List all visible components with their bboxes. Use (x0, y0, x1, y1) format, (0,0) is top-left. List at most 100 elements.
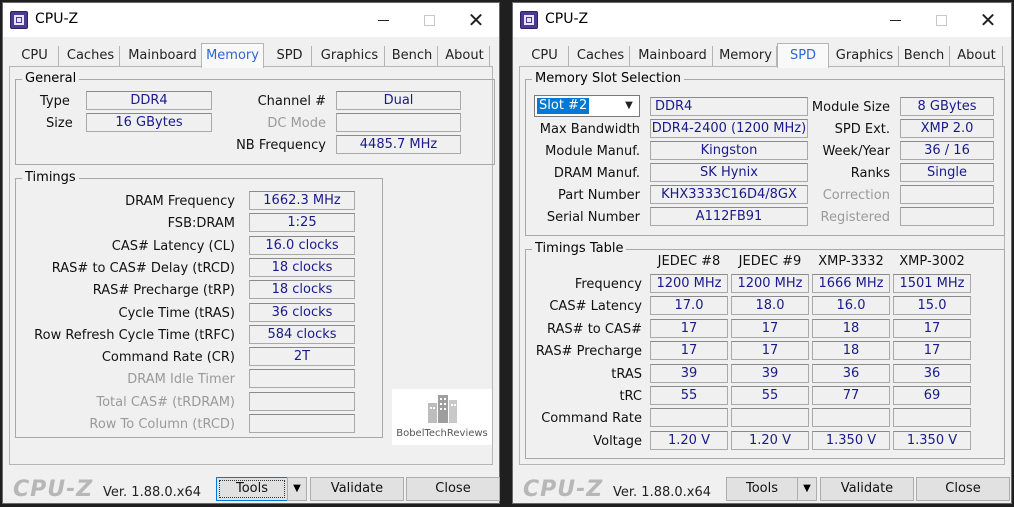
tab-graphics[interactable]: Graphics (315, 46, 385, 67)
timings-cell: 17 (650, 318, 728, 338)
tab-about[interactable]: About (440, 46, 490, 67)
tab-spd[interactable]: SPD (268, 46, 312, 67)
validate-button[interactable]: Validate (820, 477, 914, 501)
timings-table-group: Timings Table JEDEC #8 JEDEC #9 XMP-3332 XM… (525, 241, 1005, 459)
timings-row-label: RAS# to CAS# (547, 321, 642, 337)
maximize-button (407, 3, 453, 37)
dram-manuf-label: DRAM Manuf. (553, 166, 640, 181)
module-manuf-label: Module Manuf. (545, 144, 640, 159)
dram-manuf-value: SK Hynix (650, 163, 808, 182)
tab-mainboard[interactable]: Mainboard (123, 46, 203, 67)
timings-row-label: RAS# Precharge (535, 344, 642, 360)
ranks-value: Single (900, 163, 994, 182)
timings-table-title: Timings Table (532, 241, 627, 256)
tab-memory[interactable]: Memory (201, 43, 264, 68)
memory-slot-group: Memory Slot Selection Slot #2 ▼ DDR4 Max… (525, 71, 1005, 236)
timings-cell: 36 (893, 363, 971, 383)
minimize-button[interactable] (361, 3, 407, 37)
tab-bench[interactable]: Bench (387, 46, 438, 67)
memory-panel: General Type DDR4 Size 16 GBytes Channel… (9, 66, 495, 465)
tools-button[interactable]: Tools (216, 477, 288, 501)
timings-cell: 69 (893, 386, 971, 405)
tab-caches[interactable]: Caches (62, 46, 120, 67)
close-window-button[interactable]: ✕ (965, 3, 1011, 37)
timings-cell (731, 408, 809, 428)
timing-label: Total CAS# (tRDRAM) (96, 394, 235, 410)
nb-frequency-label: NB Frequency (236, 138, 326, 153)
timings-cell (812, 408, 890, 428)
minimize-button[interactable] (873, 3, 919, 37)
timings-cell: 1.20 V (731, 430, 809, 450)
timing-value: 36 clocks (249, 302, 355, 322)
cpuz-brand-logo: CPU-Z (523, 477, 604, 502)
tab-graphics[interactable]: Graphics (831, 46, 899, 67)
timings-row-label: CAS# Latency (549, 299, 642, 315)
validate-button[interactable]: Validate (310, 477, 404, 501)
timings-cell: 1.350 V (893, 430, 971, 450)
timing-value (249, 391, 355, 411)
minimize-icon (890, 20, 901, 21)
timings-cell: 17 (893, 318, 971, 338)
close-button[interactable]: Close (406, 477, 500, 501)
tools-button[interactable]: Tools (726, 477, 798, 501)
tab-about[interactable]: About (951, 46, 1003, 67)
timings-cell: 15.0 (893, 296, 971, 316)
slot-select-value: Slot #2 (537, 98, 590, 114)
timings-group-title: Timings (22, 170, 79, 185)
tab-bar: CPU Caches Mainboard Memory SPD Graphics… (519, 43, 1005, 68)
minimize-icon (378, 20, 389, 21)
dropdown-arrow-icon: ▼ (803, 483, 811, 494)
module-size-label: Module Size (811, 100, 890, 115)
channel-value: Dual (336, 91, 461, 110)
general-group: General Type DDR4 Size 16 GBytes Channel… (15, 71, 495, 165)
tab-cpu[interactable]: CPU (11, 46, 59, 67)
cpuz-window-memory: CPU-Z ✕ CPU Caches Mainboard Memory SPD … (2, 2, 500, 504)
slot-select[interactable]: Slot #2 ▼ (534, 95, 640, 117)
timing-value: 18 clocks (249, 257, 355, 277)
week-year-label: Week/Year (822, 144, 890, 159)
timing-value: 584 clocks (249, 324, 355, 344)
timing-value (249, 414, 355, 433)
memory-slot-group-title: Memory Slot Selection (532, 71, 684, 86)
correction-value (900, 185, 994, 204)
timings-cell: 17 (731, 318, 809, 338)
size-value: 16 GBytes (86, 113, 212, 132)
module-manuf-value: Kingston (650, 141, 808, 160)
title-bar[interactable]: CPU-Z ✕ (513, 3, 1011, 37)
tab-memory[interactable]: Memory (715, 46, 777, 67)
watermark: BobelTechReviews (392, 389, 492, 445)
timing-label: Cycle Time (tRAS) (118, 305, 236, 321)
tools-dropdown-button[interactable]: ▼ (797, 477, 817, 501)
channel-label: Channel # (257, 94, 326, 109)
timings-cell: 39 (731, 363, 809, 383)
timings-row-label: Command Rate (541, 411, 642, 427)
general-group-title: General (22, 71, 80, 86)
timings-cell: 77 (812, 386, 890, 405)
timing-label: RAS# Precharge (tRP) (92, 283, 235, 299)
timings-row-label: tRC (619, 389, 642, 404)
timing-value: 16.0 clocks (249, 235, 355, 255)
window-title: CPU-Z (35, 11, 79, 27)
nb-frequency-value: 4485.7 MHz (336, 135, 461, 154)
timings-cell: 18.0 (731, 296, 809, 316)
timing-label: RAS# to CAS# Delay (tRCD) (51, 260, 235, 276)
tab-cpu[interactable]: CPU (521, 46, 569, 67)
title-bar[interactable]: CPU-Z ✕ (3, 3, 499, 37)
timings-cell: 16.0 (812, 296, 890, 316)
watermark-text: BobelTechReviews (396, 428, 488, 439)
tab-bench[interactable]: Bench (899, 46, 950, 67)
close-button[interactable]: Close (916, 477, 1010, 501)
timings-cell: 55 (650, 386, 728, 405)
timings-cell (893, 408, 971, 428)
timings-cell: 55 (731, 386, 809, 405)
timing-value: 1662.3 MHz (249, 191, 355, 210)
chevron-down-icon: ▼ (625, 100, 633, 111)
tab-mainboard[interactable]: Mainboard (633, 46, 713, 67)
timing-value: 1:25 (249, 213, 355, 233)
tools-dropdown-button[interactable]: ▼ (287, 477, 307, 501)
dropdown-arrow-icon: ▼ (293, 483, 301, 494)
tab-spd[interactable]: SPD (777, 43, 829, 68)
tab-bar: CPU Caches Mainboard Memory SPD Graphics… (9, 43, 493, 68)
close-window-button[interactable]: ✕ (453, 3, 499, 37)
tab-caches[interactable]: Caches (572, 46, 630, 67)
